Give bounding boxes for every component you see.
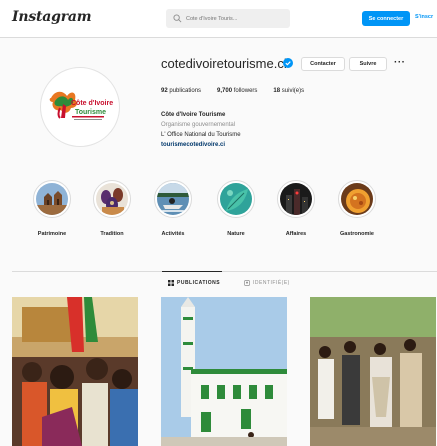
food-dish-icon <box>341 183 373 215</box>
highlight-patrimoine[interactable]: Patrimoine <box>22 180 82 237</box>
tab-publications-label: PUBLICATIONS <box>177 280 221 286</box>
highlight-ring <box>338 180 376 218</box>
bio-name: Côte d'Ivoire Tourisme <box>161 112 226 118</box>
profile-stats: 92 publications 9,700 followers 18 suivi… <box>161 88 304 94</box>
story-highlights: Patrimoine Tradition Activités Nature Af… <box>0 180 437 250</box>
post-thumbnail[interactable] <box>161 297 287 446</box>
bio-description: L' Office National du Tourisme <box>161 132 241 138</box>
post-thumbnail[interactable] <box>310 297 436 446</box>
logo-text-line2: Tourisme <box>75 109 106 116</box>
jetski-icon <box>157 183 189 215</box>
verified-badge-icon <box>283 58 293 68</box>
followers-count: 9,700 <box>217 88 233 94</box>
contact-button[interactable]: Contacter <box>301 57 345 71</box>
highlight-ring <box>33 180 71 218</box>
profile-username: cotedivoiretourisme.ci <box>161 56 287 71</box>
highlight-label: Activités <box>161 231 185 237</box>
highlight-ring <box>277 180 315 218</box>
cote-divoire-tourisme-logo: Côte d'Ivoire Tourisme <box>49 91 113 120</box>
post-image-festival <box>12 297 138 446</box>
bio-website-link[interactable]: tourismecotedivoire.ci <box>161 140 241 150</box>
search-icon <box>173 14 182 23</box>
more-options-icon[interactable]: ··· <box>394 57 406 68</box>
traditional-masks-icon <box>96 183 128 215</box>
post-thumbnail[interactable] <box>12 297 138 446</box>
publications-count: 92 <box>161 88 168 94</box>
stat-followers[interactable]: 9,700 followers <box>217 88 257 94</box>
highlight-gastronomie[interactable]: Gastronomie <box>327 180 387 237</box>
post-image-mosque <box>161 297 287 446</box>
highlight-label: Gastronomie <box>340 231 374 237</box>
highlight-ring <box>217 180 255 218</box>
highlight-label: Tradition <box>100 231 124 237</box>
city-night-icon <box>280 183 312 215</box>
highlight-nature[interactable]: Nature <box>206 180 266 237</box>
search-input[interactable] <box>186 15 286 22</box>
logo-text-line1: Côte d'Ivoire <box>71 100 113 107</box>
profile-avatar[interactable]: Côte d'Ivoire Tourisme <box>40 67 120 147</box>
highlight-label: Nature <box>227 231 245 237</box>
active-tab-indicator <box>162 271 222 272</box>
highlight-affaires[interactable]: Affaires <box>266 180 326 237</box>
stat-following[interactable]: 18 suivi(e)s <box>273 88 304 94</box>
following-count: 18 <box>273 88 281 94</box>
instagram-logo[interactable]: Instagram <box>12 9 92 25</box>
post-image-ceremony <box>310 297 436 446</box>
login-button[interactable]: Se connecter <box>362 11 410 26</box>
bio-category: Organisme gouvernemental <box>161 122 236 128</box>
tab-tagged[interactable]: IDENTIFIÉ(E) <box>244 280 290 286</box>
highlight-label: Affaires <box>285 231 307 237</box>
top-nav: Instagram Se connecter S'inscr <box>0 0 437 38</box>
grid-icon <box>168 280 174 286</box>
search-box[interactable] <box>166 9 290 28</box>
profile-bio: Côte d'Ivoire Tourisme Organisme gouvern… <box>161 110 241 150</box>
tab-publications[interactable]: PUBLICATIONS <box>168 280 220 286</box>
tabs-divider <box>12 271 437 272</box>
tab-tagged-label: IDENTIFIÉ(E) <box>253 280 290 286</box>
followers-label: followers <box>233 88 258 94</box>
highlight-label: Patrimoine <box>37 231 67 237</box>
following-label: suivi(e)s <box>281 88 305 94</box>
highlight-tradition[interactable]: Tradition <box>82 180 142 237</box>
follow-button[interactable]: Suivre <box>349 57 387 71</box>
highlight-activites[interactable]: Activités <box>143 180 203 237</box>
publications-label: publications <box>169 88 202 94</box>
highlight-ring <box>154 180 192 218</box>
stat-publications: 92 publications <box>161 88 201 94</box>
highlight-ring <box>93 180 131 218</box>
signup-link[interactable]: S'inscr <box>415 14 433 20</box>
tagged-user-icon <box>244 280 250 286</box>
nature-leaf-icon <box>220 183 252 215</box>
heritage-building-icon <box>36 183 68 215</box>
